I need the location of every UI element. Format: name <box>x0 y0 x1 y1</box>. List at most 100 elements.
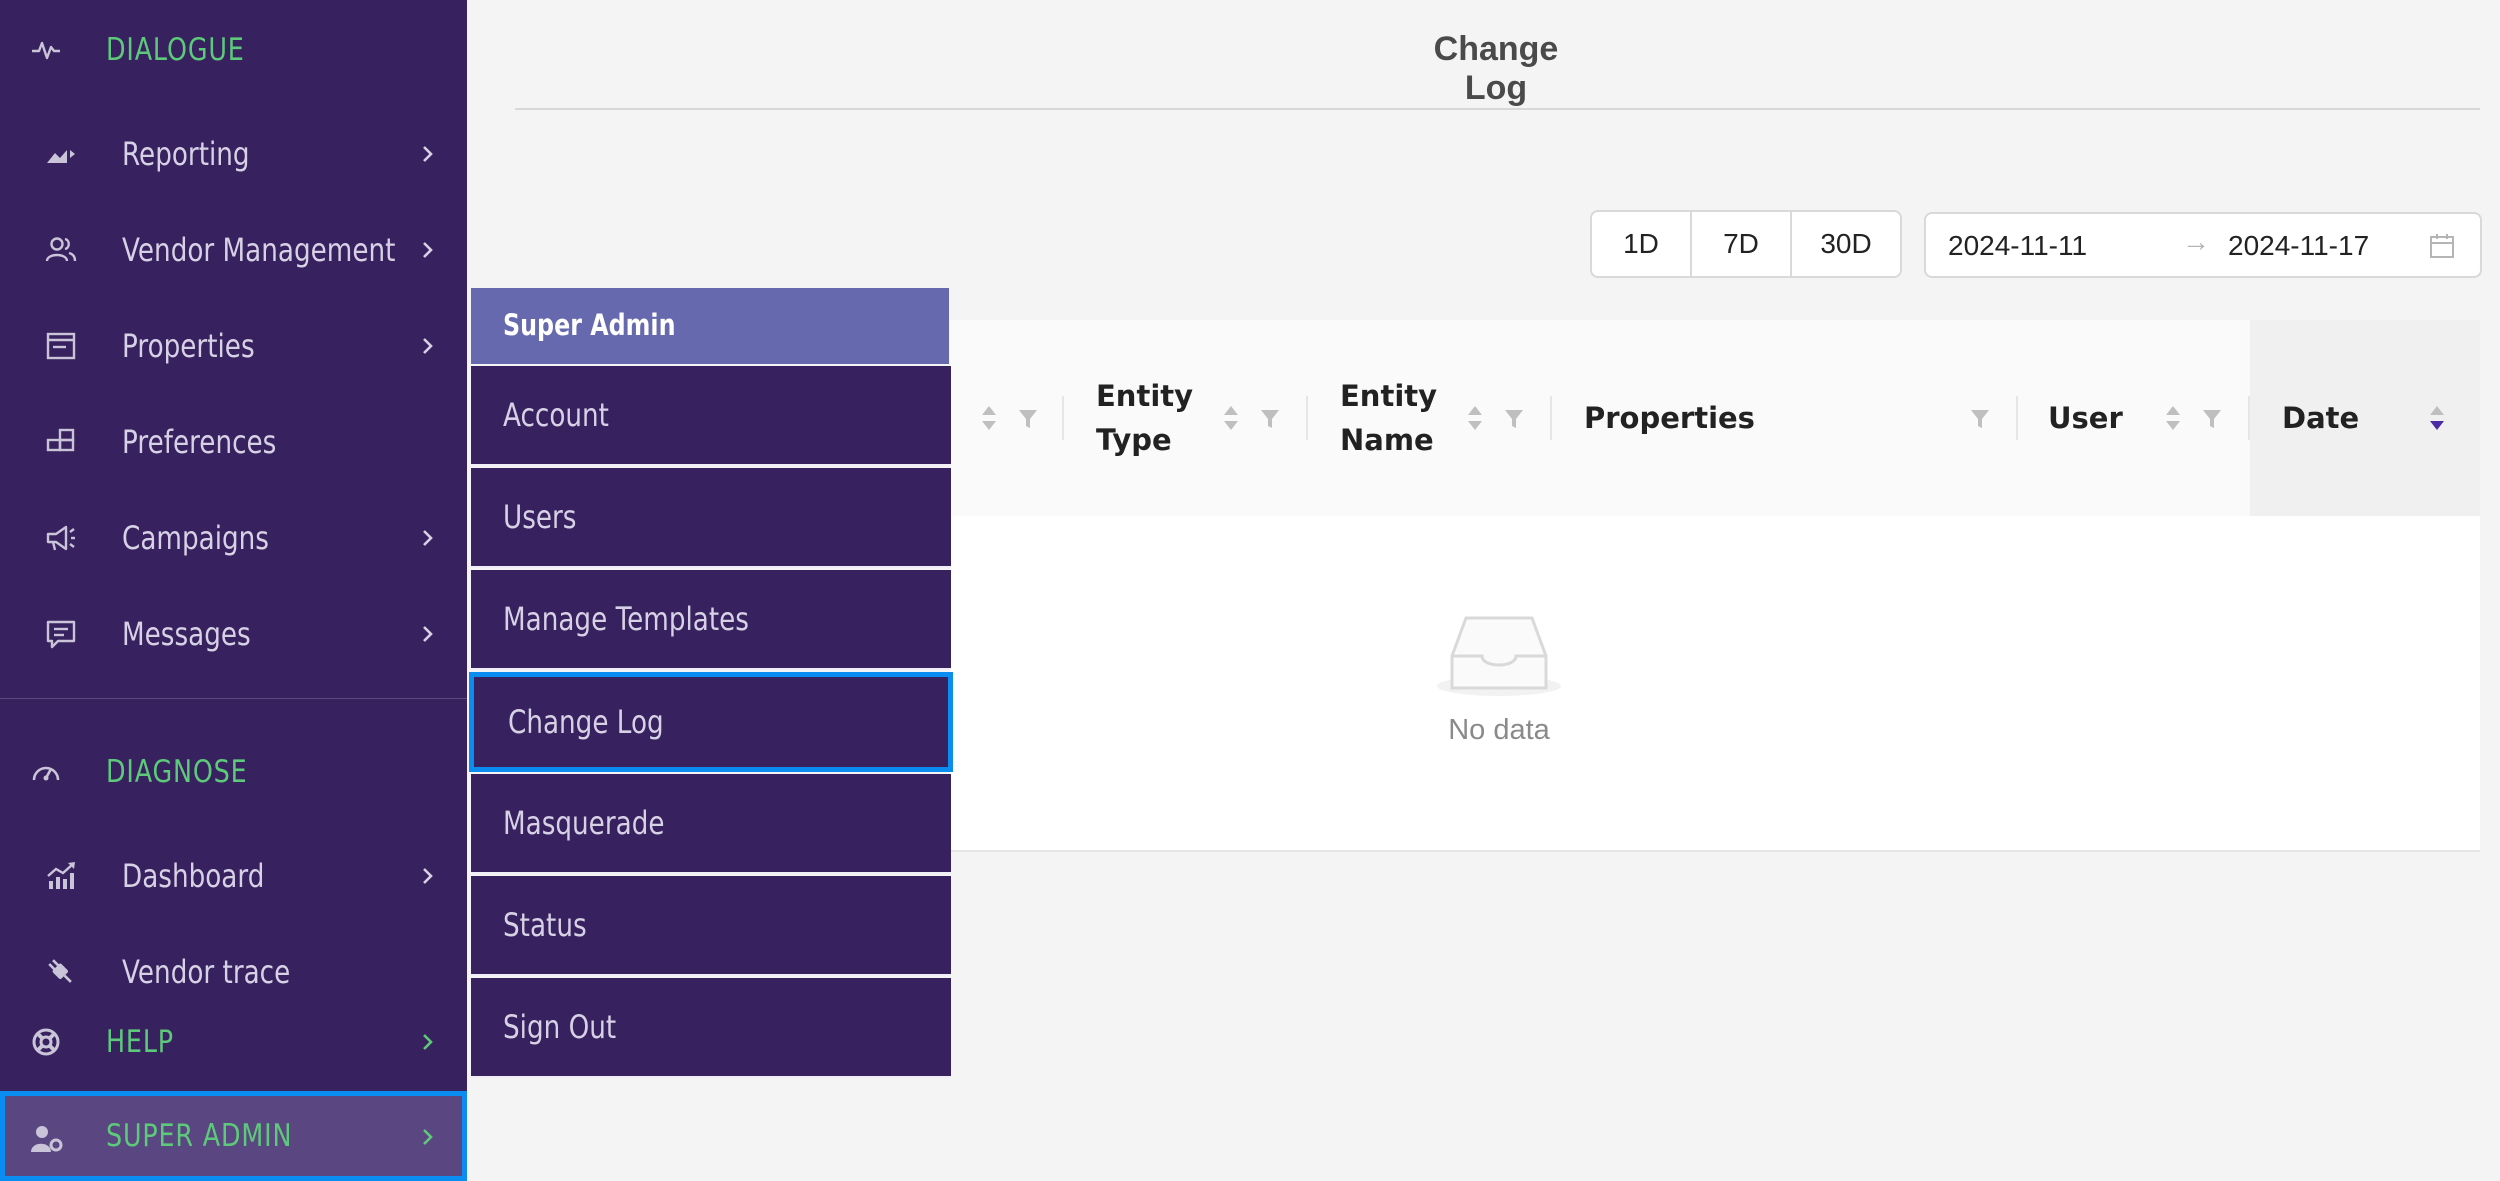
section-help[interactable]: HELP <box>0 1012 467 1072</box>
sidebar: DIALOGUE Reporting Vendor Management Pro… <box>0 0 467 1181</box>
title-divider <box>515 108 2480 110</box>
menu-item-label: Sign Out <box>503 1008 617 1046</box>
sidebar-item-campaigns[interactable]: Campaigns <box>0 506 467 570</box>
pulse-icon <box>32 41 60 60</box>
menu-item-change-log[interactable]: Change Log <box>469 672 953 772</box>
sort-icon[interactable] <box>1222 402 1240 434</box>
calendar-icon[interactable] <box>2428 232 2456 260</box>
range-7d-button[interactable]: 7D <box>1692 212 1792 276</box>
section-title: DIAGNOSE <box>106 754 248 790</box>
column-header-user[interactable]: User <box>2048 396 2123 440</box>
user-gear-icon <box>31 1126 63 1152</box>
sort-icon[interactable] <box>2164 402 2182 434</box>
chevron-right-icon <box>423 626 433 642</box>
sidebar-item-properties[interactable]: Properties <box>0 314 467 378</box>
section-diagnose[interactable]: DIAGNOSE <box>0 742 467 802</box>
chevron-right-icon <box>423 1034 433 1050</box>
preferences-icon <box>46 428 75 452</box>
column-header-entity-name[interactable]: Entity Name <box>1340 374 1437 462</box>
range-selector: 1D 7D 30D <box>1590 210 1902 278</box>
menu-item-manage-templates[interactable]: Manage Templates <box>471 570 951 670</box>
header-line: Entity <box>1096 379 1194 413</box>
chevron-right-icon <box>423 1129 433 1145</box>
page-title: Change Log <box>1433 30 1559 107</box>
filter-icon[interactable] <box>1018 408 1038 430</box>
sidebar-item-label: Vendor trace <box>122 953 291 991</box>
chevron-right-icon <box>423 242 433 258</box>
section-title: SUPER ADMIN <box>106 1118 293 1154</box>
filter-icon[interactable] <box>2202 408 2222 430</box>
submenu-title: Super Admin <box>503 308 676 342</box>
menu-item-label: Manage Templates <box>503 600 749 638</box>
sidebar-item-vendor-management[interactable]: Vendor Management <box>0 218 467 282</box>
sidebar-item-label: Vendor Management <box>122 231 396 269</box>
table-body: No data <box>950 516 2480 852</box>
properties-icon <box>46 332 76 360</box>
sort-icon[interactable] <box>1466 402 1484 434</box>
column-header-entity-type[interactable]: Entity Type <box>1096 374 1193 462</box>
column-separator <box>2016 396 2018 440</box>
chevron-right-icon <box>423 146 433 162</box>
menu-item-label: Account <box>503 396 609 434</box>
column-separator <box>1062 396 1064 440</box>
plug-icon <box>48 959 72 983</box>
section-dialogue[interactable]: DIALOGUE <box>0 20 467 80</box>
chart-icon <box>47 862 75 889</box>
header-line: Entity <box>1340 379 1438 413</box>
column-header-properties[interactable]: Properties <box>1584 396 1755 440</box>
column-header-date[interactable]: Date <box>2282 396 2359 440</box>
users-icon <box>45 237 77 262</box>
chevron-right-icon <box>423 338 433 354</box>
reporting-icon <box>47 150 75 163</box>
filter-icon[interactable] <box>1970 408 1990 430</box>
sidebar-item-dashboard[interactable]: Dashboard <box>0 844 467 908</box>
date-range-picker[interactable]: 2024-11-11 → 2024-11-17 <box>1924 212 2482 278</box>
menu-item-label: Users <box>503 498 577 536</box>
end-date-input[interactable]: 2024-11-17 <box>2228 230 2369 262</box>
sidebar-item-label: Campaigns <box>122 519 269 557</box>
filter-icon[interactable] <box>1260 408 1280 430</box>
sidebar-item-label: Properties <box>122 327 255 365</box>
submenu-header: Super Admin <box>471 288 949 364</box>
header-line: Type <box>1096 423 1172 457</box>
message-icon <box>46 620 76 649</box>
empty-state-text: No data <box>1448 714 1550 746</box>
table-header: Entity Type Entity Name Properties User … <box>950 320 2480 518</box>
filter-icon[interactable] <box>1504 408 1524 430</box>
sidebar-item-label: Dashboard <box>122 857 265 895</box>
menu-item-label: Status <box>503 906 587 944</box>
sort-descending-icon[interactable] <box>2428 402 2446 434</box>
menu-item-sign-out[interactable]: Sign Out <box>471 978 951 1078</box>
column-separator <box>1550 396 1552 440</box>
menu-item-label: Masquerade <box>503 804 665 842</box>
sidebar-item-preferences[interactable]: Preferences <box>0 410 467 474</box>
sidebar-divider <box>0 698 467 699</box>
menu-item-label: Change Log <box>508 703 664 741</box>
menu-item-users[interactable]: Users <box>471 468 951 568</box>
megaphone-icon <box>46 525 75 551</box>
column-separator <box>1306 396 1308 440</box>
sidebar-item-label: Reporting <box>122 135 250 173</box>
range-1d-button[interactable]: 1D <box>1592 212 1692 276</box>
lifebuoy-icon <box>32 1028 60 1056</box>
arrow-right-icon: → <box>2182 226 2210 257</box>
super-admin-submenu: Super Admin Account Users Manage Templat… <box>469 288 953 1081</box>
menu-item-account[interactable]: Account <box>471 366 951 466</box>
sidebar-item-label: Preferences <box>122 423 277 461</box>
header-line: Name <box>1340 423 1434 457</box>
sidebar-item-messages[interactable]: Messages <box>0 602 467 666</box>
chevron-right-icon <box>423 868 433 884</box>
inbox-empty-icon <box>1437 616 1561 696</box>
sidebar-item-reporting[interactable]: Reporting <box>0 122 467 186</box>
start-date-input[interactable]: 2024-11-11 <box>1948 230 2087 262</box>
sidebar-item-vendor-trace[interactable]: Vendor trace <box>0 940 467 1004</box>
menu-item-status[interactable]: Status <box>471 876 951 976</box>
menu-item-masquerade[interactable]: Masquerade <box>471 774 951 874</box>
section-title: DIALOGUE <box>106 32 245 68</box>
chevron-right-icon <box>423 530 433 546</box>
gauge-icon <box>32 766 60 781</box>
sort-icon[interactable] <box>980 402 998 434</box>
sidebar-item-super-admin[interactable]: SUPER ADMIN <box>0 1091 467 1181</box>
column-separator <box>2248 396 2250 440</box>
range-30d-button[interactable]: 30D <box>1792 212 1900 276</box>
